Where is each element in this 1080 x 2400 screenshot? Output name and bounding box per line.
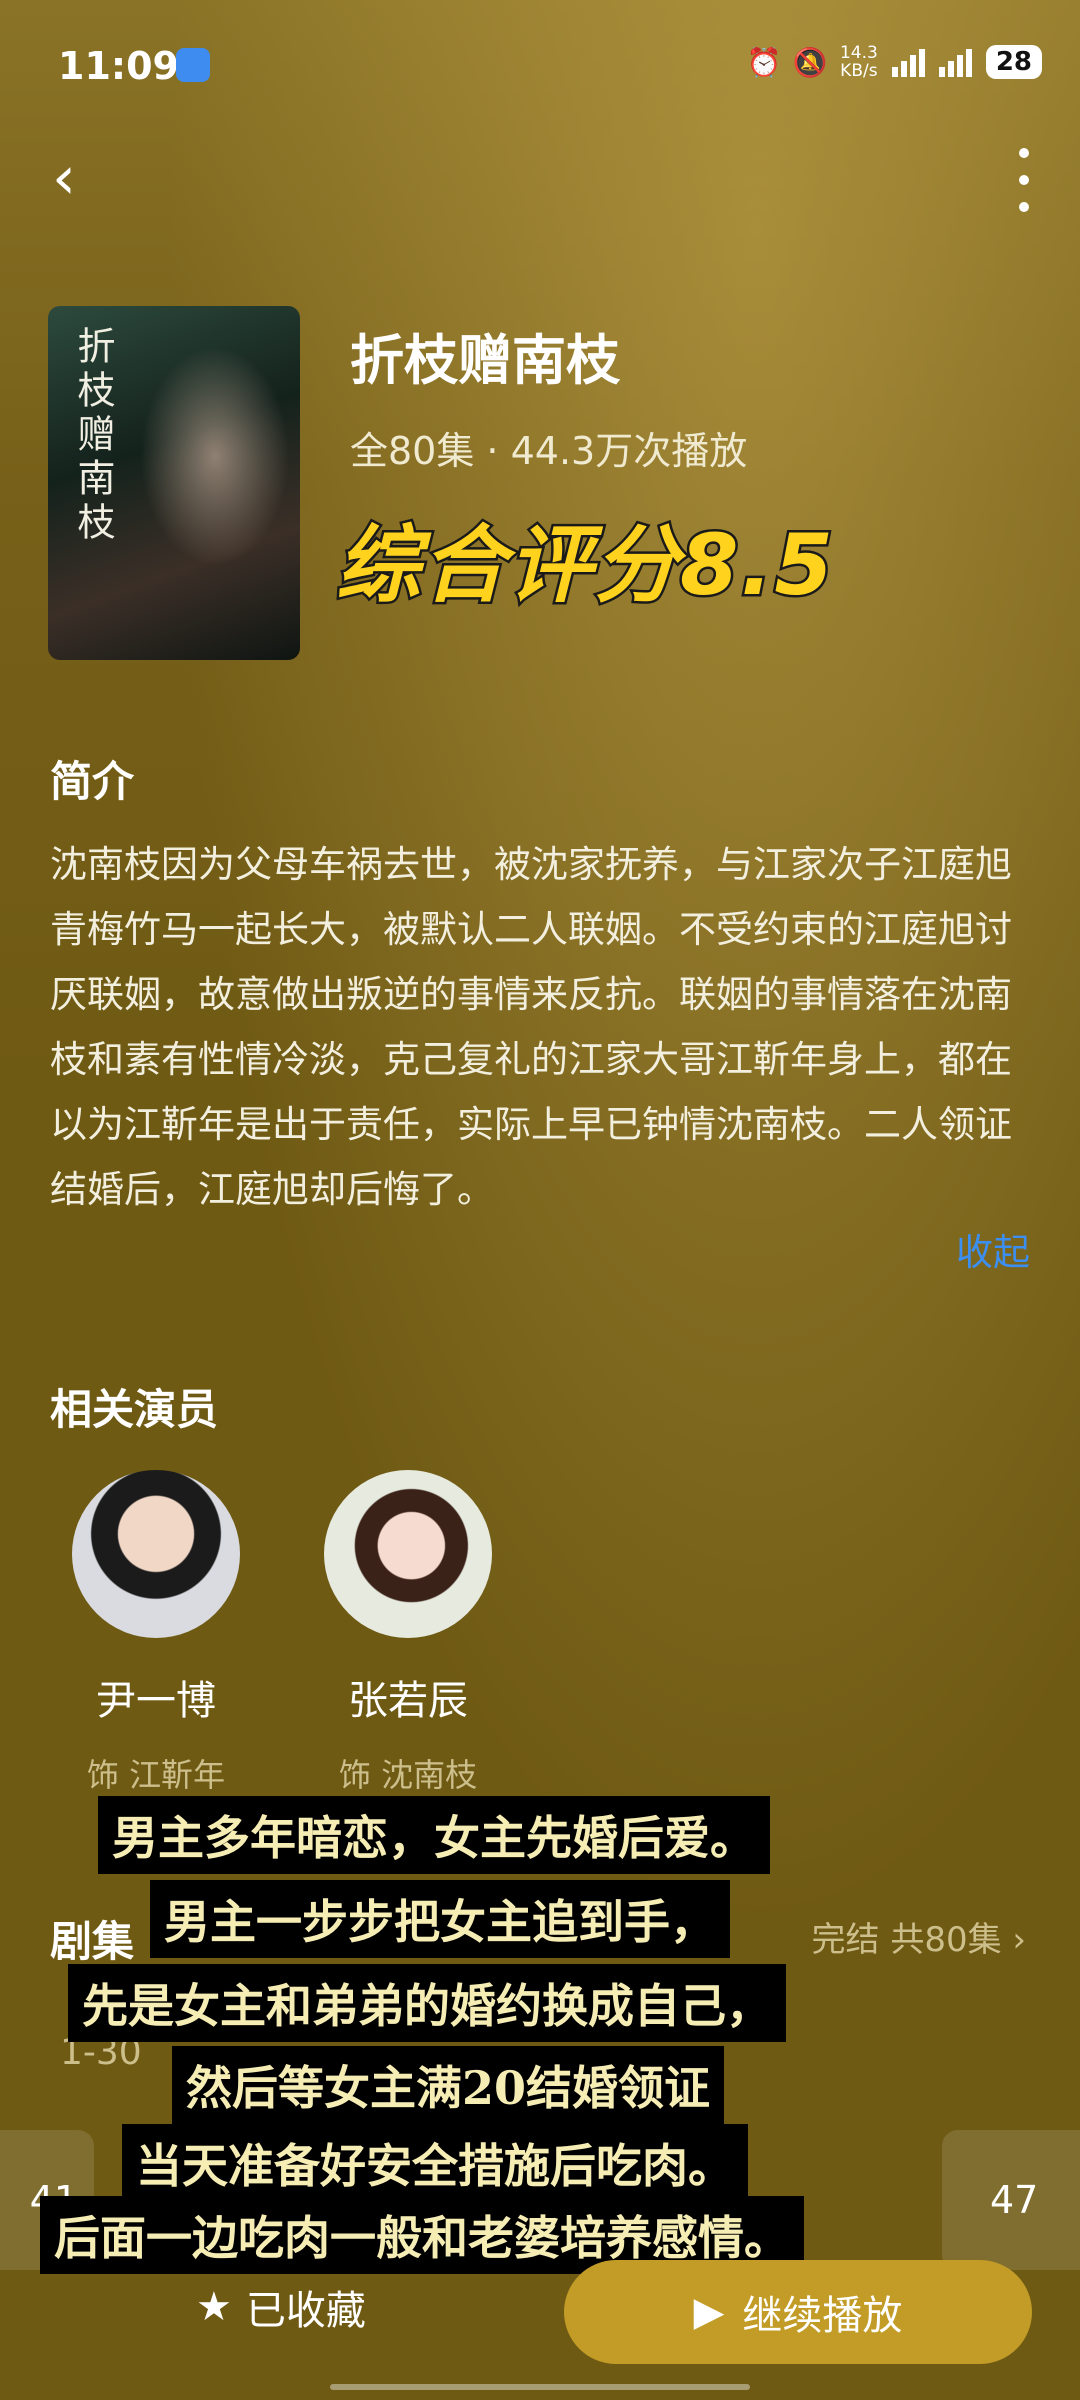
cast-heading: 相关演员 (50, 1385, 219, 1434)
more-options-icon[interactable] (1006, 148, 1042, 212)
cast-name: 张若辰 (348, 1678, 468, 1724)
cast-card[interactable]: 尹一博 饰 江靳年 (36, 1470, 276, 1796)
overlay-caption: 然后等女主满20结婚领证 (172, 2046, 725, 2124)
signal-1-icon (891, 47, 925, 77)
app-notification-icon (176, 48, 210, 82)
intro-text: 沈南枝因为父母车祸去世，被沈家抚养，与江家次子江庭旭青梅竹马一起长大，被默认二人… (50, 843, 1012, 1211)
favorite-button[interactable]: ★ 已收藏 (196, 2278, 366, 2336)
play-label: 继续播放 (742, 2293, 903, 2339)
alarm-icon: ⏰ (746, 45, 782, 79)
collapse-button[interactable]: 收起 (956, 1222, 1030, 1276)
signal-2-icon (938, 47, 972, 77)
avatar (324, 1470, 492, 1638)
cast-name: 尹一博 (96, 1678, 216, 1724)
episodes-status-link[interactable]: 完结 共80集 › (812, 1912, 1026, 1961)
poster-image: 折枝赠南枝 (48, 306, 300, 660)
overlay-caption: 当天准备好安全措施后吃肉。 (122, 2124, 748, 2202)
status-bar: 11:09 ⏰ 🔕 14.3 KB/s 28 (0, 0, 1080, 130)
episode-number: 47 (990, 2178, 1039, 2222)
overlay-caption: 先是女主和弟弟的婚约换成自己， (68, 1964, 786, 2042)
cast-card[interactable]: 张若辰 饰 沈南枝 (288, 1470, 528, 1796)
overlay-caption: 男主多年暗恋，女主先婚后爱。 (98, 1796, 770, 1874)
cast-role: 饰 江靳年 (86, 1756, 226, 1794)
show-meta: 全80集 · 44.3万次播放 (350, 429, 748, 473)
mute-bell-icon: 🔕 (792, 45, 828, 79)
avatar (72, 1470, 240, 1638)
play-icon: ▶ (693, 2289, 725, 2335)
cast-role: 饰 沈南枝 (338, 1756, 478, 1794)
favorite-label: 已收藏 (245, 2288, 366, 2334)
back-icon[interactable]: ‹ (52, 148, 102, 210)
star-icon: ★ (196, 2284, 232, 2330)
show-title: 折枝赠南枝 (350, 329, 620, 392)
home-indicator[interactable] (330, 2384, 750, 2390)
status-time: 11:09 (58, 44, 179, 88)
rating-overlay: 综合评分8.5 (334, 514, 836, 617)
episode-tile[interactable]: 47 (942, 2130, 1080, 2270)
poster-title: 折枝赠南枝 (71, 326, 115, 546)
intro-heading: 简介 (50, 757, 135, 806)
status-icons: ⏰ 🔕 14.3 KB/s 28 (746, 43, 1042, 81)
episodes-heading: 剧集 (50, 1917, 135, 1966)
continue-play-button[interactable]: ▶ 继续播放 (564, 2260, 1032, 2364)
network-speed: 14.3 KB/s (839, 43, 878, 81)
overlay-caption: 男主一步步把女主追到手， (150, 1880, 730, 1958)
battery-indicator: 28 (985, 45, 1042, 79)
